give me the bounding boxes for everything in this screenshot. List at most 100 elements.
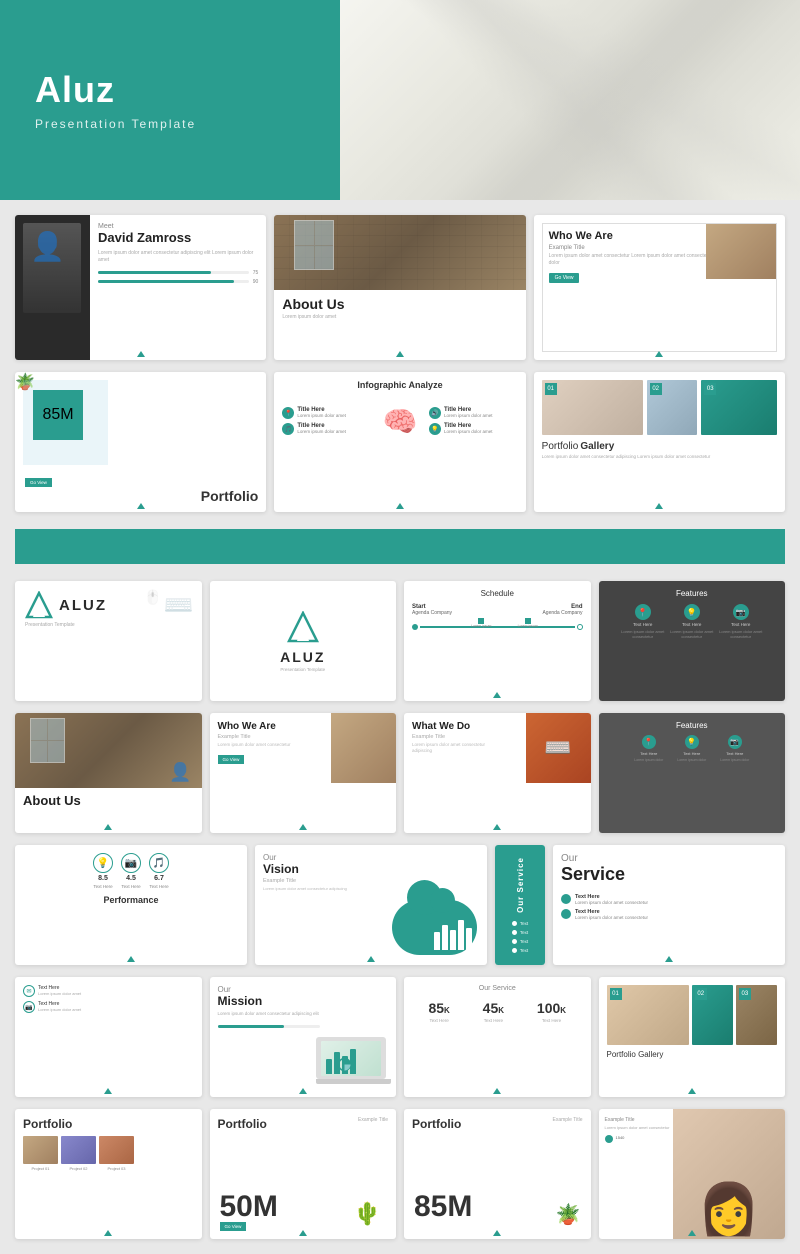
infographic-inner: Infographic Analyze 📍 Title Here Lorem i… [274, 372, 525, 512]
mini-bar-1 [434, 932, 440, 950]
woman-photo-bg [673, 1109, 785, 1239]
service-big-footer [665, 956, 673, 962]
icons-small-inner: ✉ Text Here Lorem ipsum dolor amet 📷 Tex… [15, 977, 202, 1097]
portfolio-50m-footer [299, 1230, 307, 1236]
mission-laptop [316, 1037, 391, 1092]
go-view-portfolio[interactable]: Go View [25, 478, 52, 487]
mission-prefix: Our [218, 985, 389, 994]
slide-about-inner: About Us Lorem ipsum dolor amet [274, 215, 525, 360]
project-thumb-3 [99, 1136, 134, 1164]
perf-number-3: 6.7 [154, 875, 164, 882]
slide-portfolio-gallery: 01 02 03 Portfolio Gallery Lorem ipsum d… [534, 372, 785, 512]
slide-row-1: Meet David Zamross Lorem ipsum dolor ame… [15, 215, 785, 360]
woman-content: Example Title Lorem ipsum dolor amet con… [605, 1117, 680, 1143]
infographic-icon-2: 🎵 [282, 423, 294, 435]
vision-inner: Our Vision Example Title Lorem ipsum dol… [255, 845, 487, 965]
portfolio-gallery-bottom-label: Portfolio Gallery [607, 1050, 778, 1059]
slide-features-dark-top: Features 📍 Text Here Lorem ipsum dolor a… [599, 581, 786, 701]
feature-dark-text-3: Text Here [726, 751, 743, 756]
whoweare-sm-btn[interactable]: Go View [218, 755, 245, 764]
service-item-text-1: Lorem ipsum dolor amet consectetur [575, 900, 648, 905]
go-view-btn[interactable]: Go View [549, 273, 580, 283]
project-label-2: Project 02 [69, 1166, 87, 1171]
service-item-text-2: Lorem ipsum dolor amet consectetur [575, 915, 648, 920]
blue-rect: 85M [33, 390, 83, 440]
icon-small-circle-2: 📷 [23, 1001, 35, 1013]
service-vert-item-2: Text [512, 930, 528, 935]
portfolio-gallery-prefix: Portfolio [542, 441, 579, 452]
mission-desc: Lorem ipsum dolor amet consectetur adipi… [218, 1011, 320, 1017]
project-thumb-1 [23, 1136, 58, 1164]
pie-chart-icon [337, 1057, 352, 1072]
about-us-desc: Lorem ipsum dolor amet [274, 314, 525, 321]
mission-progress [218, 1025, 389, 1028]
woman-inner: Example Title Lorem ipsum dolor amet con… [599, 1109, 786, 1239]
portfolio-gallery-label-row: Portfolio Gallery [542, 441, 777, 452]
whoweare-sm-desc: Lorem ipsum dolor amet consectetur [218, 742, 312, 748]
service-vert-text-4: Text [520, 948, 528, 953]
perf-text-2: Text Here [121, 884, 140, 889]
portfolio-label-bold: Portfolio [201, 488, 259, 504]
aluz-simple-tagline: Presentation Template [280, 667, 325, 672]
service-vert-text-3: Text [520, 939, 528, 944]
slide-portfolio-left-bottom: Portfolio Project 01 Project 02 Project … [15, 1109, 202, 1239]
icon-small-desc-2: Lorem ipsum dolor amet [38, 1007, 93, 1012]
features-dark-2-title: Features [607, 721, 778, 730]
mouse-icon: 🖱️ [144, 589, 161, 606]
feature-dark-desc-2: Lorem ipsum dolor [672, 758, 712, 762]
portfolio-img-3: 03 [701, 380, 777, 435]
feature-desc-3: Lorem ipsum dolor amet consectetur [718, 629, 763, 639]
service-stats-inner: Our Service 85K Text Here 45K Text Here … [404, 977, 591, 1097]
teal-divider [15, 529, 785, 564]
slide-aluz-keyboard: ALUZ Presentation Template ⌨️ 🖱️ [15, 581, 202, 701]
feature-desc-2: Lorem ipsum dolor amet consectetur [669, 629, 714, 639]
stat-item-1: 85K Text Here [428, 1000, 449, 1023]
about-photo-bg: 👤 [15, 713, 202, 788]
skill-bars: 75 90 [98, 270, 258, 285]
slide-icons-small: ✉ Text Here Lorem ipsum dolor amet 📷 Tex… [15, 977, 202, 1097]
slide-whatwedo: What We Do Example Title Lorem ipsum dol… [404, 713, 591, 833]
slide4-footer [137, 503, 145, 509]
slide-row-3: ALUZ Presentation Template ⌨️ 🖱️ ALUZ Pr… [15, 581, 785, 701]
slide-our-vision: Our Vision Example Title Lorem ipsum dol… [255, 845, 487, 965]
slide-performance: 💡 8.5 Text Here 📷 4.5 Text Here 🎵 6.7 Te… [15, 845, 247, 965]
big-50m: 50M [220, 1190, 278, 1224]
perf-label: Performance [23, 895, 239, 905]
stat-label-1: Text Here [429, 1018, 448, 1023]
person-desc: Lorem ipsum dolor amet consectetur adipi… [98, 250, 258, 264]
stat-number-3: 100K [537, 1000, 566, 1016]
infographic-title: Infographic Analyze [282, 380, 517, 390]
go-view-50m[interactable]: Go View [220, 1222, 247, 1231]
service-vert-dot-2 [512, 930, 517, 935]
service-vert-dot-3 [512, 939, 517, 944]
slide-row-7: Portfolio Project 01 Project 02 Project … [15, 1109, 785, 1239]
infographic-item-3: 🔊 Title Here Lorem ipsum dolor amet [429, 407, 518, 419]
feature-item-3: 📷 Text Here Lorem ipsum dolor amet conse… [718, 604, 763, 639]
feature-dark-icon-3: 📷 [728, 735, 742, 749]
whatwedo-footer [493, 824, 501, 830]
infographic-item-2: 🎵 Title Here Lorem ipsum dolor amet [282, 423, 371, 435]
pib-3: 03 [736, 985, 777, 1045]
infographic-grid: 📍 Title Here Lorem ipsum dolor amet 🎵 Ti… [282, 396, 517, 446]
icon-small-desc-1: Lorem ipsum dolor amet [38, 991, 93, 996]
aluz-tagline: Presentation Template [25, 622, 192, 628]
slide-row-4: 👤 About Us Who We Are Example Title Lore… [15, 713, 785, 833]
service-vert-inner: Our Service Text Text Text [495, 845, 545, 965]
portfolio-left-title: Portfolio [23, 1117, 194, 1131]
slide-portfolio-50m: Portfolio Example Title 50M 🌵 Go View [210, 1109, 397, 1239]
schedule-title: Schedule [412, 589, 583, 598]
service-vert-item-1: Text [512, 921, 528, 926]
project-label-1: Project 01 [31, 1166, 49, 1171]
service-item-icon-1 [561, 894, 571, 904]
portfolio-img-1: 01 [542, 380, 643, 435]
perf-number-2: 4.5 [126, 875, 136, 882]
slide-whoweare-sm: Who We Are Example Title Lorem ipsum dol… [210, 713, 397, 833]
slide-infographic: Infographic Analyze 📍 Title Here Lorem i… [274, 372, 525, 512]
aluz-simple-triangle-icon [287, 611, 319, 643]
timeline-dot-end [577, 624, 583, 630]
service-vert-label: Our Service [516, 857, 525, 913]
stat-label-3: Text Here [542, 1018, 561, 1023]
infographic-left: 📍 Title Here Lorem ipsum dolor amet 🎵 Ti… [282, 407, 371, 435]
project-label-3: Project 03 [107, 1166, 125, 1171]
icon-small-item-2: 📷 Text Here Lorem ipsum dolor amet [23, 1001, 194, 1013]
